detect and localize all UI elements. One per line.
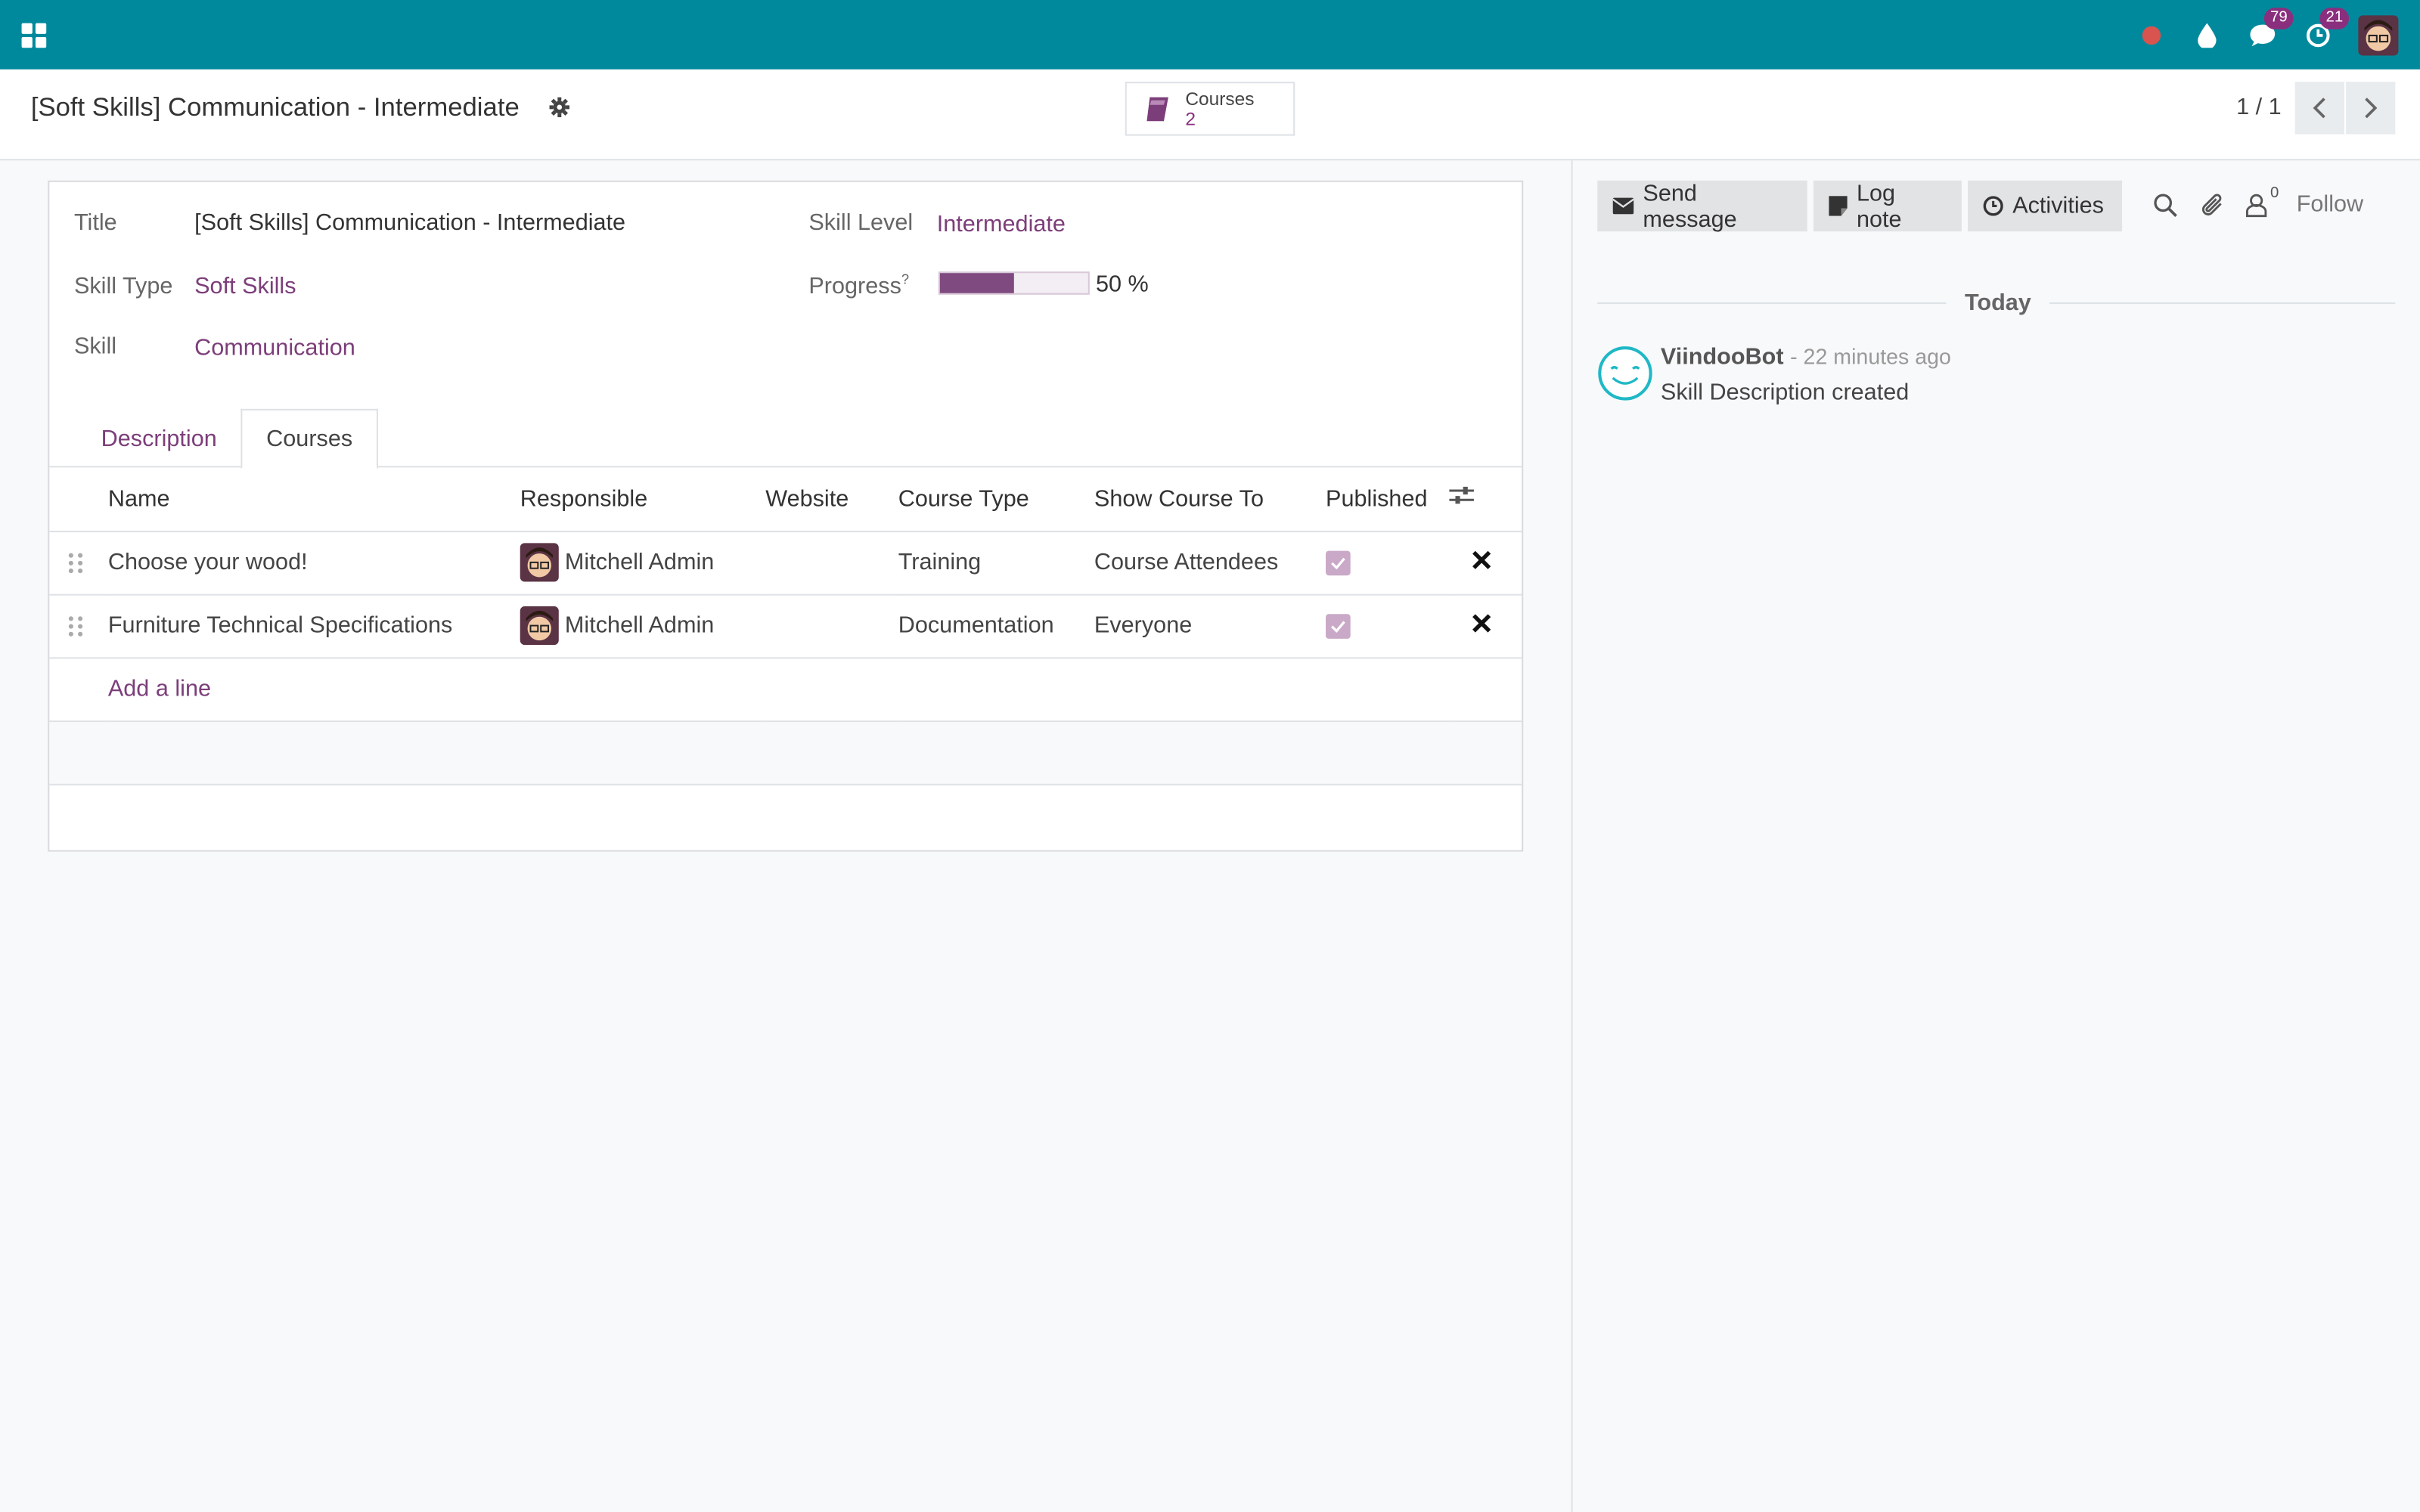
title-label: Title [73, 209, 117, 237]
column-course-type[interactable]: Course Type [898, 467, 1094, 532]
responsible-name: Mitchell Admin [564, 612, 715, 639]
column-website[interactable]: Website [765, 467, 898, 532]
cell-responsible[interactable]: Mitchell Admin [520, 531, 766, 595]
followers-count: 0 [2270, 184, 2279, 203]
send-message-label: Send message [1643, 179, 1737, 233]
optional-columns-icon [1449, 487, 1474, 504]
followers-icon[interactable] [2245, 193, 2267, 218]
progress-value: 50 % [1095, 271, 1149, 298]
skill-label: Skill [73, 333, 117, 360]
notebook-tabs: Description Courses [49, 408, 1522, 469]
skill-level-field[interactable]: Intermediate [937, 212, 1066, 238]
cell-name[interactable]: Choose your wood! [107, 531, 520, 595]
cell-name[interactable]: Furniture Technical Specifications [107, 593, 520, 658]
bot-avatar-icon [1598, 346, 1652, 401]
log-note-label: Log note [1856, 179, 1902, 233]
book-icon [1146, 96, 1168, 122]
cell-show-course-to[interactable]: Everyone [1094, 593, 1326, 658]
message-body: Skill Description created [1660, 380, 1910, 406]
add-line-row: Add a line [49, 657, 1522, 722]
column-handle [49, 467, 108, 532]
add-line-link[interactable]: Add a line [108, 676, 211, 702]
column-settings[interactable] [1449, 467, 1522, 532]
activities-count-badge: 21 [2319, 7, 2350, 29]
courses-smart-button[interactable]: Courses 2 [1125, 82, 1295, 136]
title-field[interactable]: [Soft Skills] Communication - Intermedia… [194, 210, 625, 237]
cell-published[interactable] [1326, 531, 1450, 595]
search-icon[interactable] [2153, 193, 2178, 218]
column-responsible[interactable]: Responsible [520, 467, 766, 532]
table-row[interactable]: Choose your wood! Mitchell Admin Trainin… [49, 531, 1522, 595]
skill-type-label: Skill Type [73, 273, 173, 299]
message-date: - 22 minutes ago [1790, 344, 1951, 369]
cell-published[interactable] [1326, 593, 1450, 658]
drop-icon[interactable] [2192, 20, 2223, 51]
column-show-course-to[interactable]: Show Course To [1094, 467, 1326, 532]
empty-row [49, 720, 1522, 785]
envelope-icon [1612, 197, 1634, 215]
cell-course-type[interactable]: Documentation [898, 593, 1094, 658]
avatar [520, 606, 559, 646]
courses-table: Name Responsible Website Course Type Sho… [49, 467, 1522, 785]
messages-icon[interactable]: 79 [2247, 7, 2294, 51]
progress-label: Progress? [808, 271, 909, 299]
delete-row-icon[interactable] [1472, 614, 1491, 633]
messages-count-badge: 79 [2263, 7, 2294, 29]
cell-course-type[interactable]: Training [898, 531, 1094, 595]
drag-handle-icon[interactable] [68, 615, 83, 637]
activities-button[interactable]: Activities [1968, 180, 2123, 232]
cell-website[interactable] [765, 531, 898, 595]
published-checkbox[interactable] [1326, 550, 1351, 576]
clock-icon [1983, 196, 2003, 216]
drag-handle-icon[interactable] [68, 552, 83, 574]
note-icon [1829, 196, 1848, 216]
skill-level-label: Skill Level [808, 209, 914, 237]
chatter-panel: Send message Log note Activities 0 Follo… [1571, 160, 2420, 1512]
log-note-button[interactable]: Log note [1813, 179, 1962, 233]
top-navbar: 79 21 [0, 0, 2420, 70]
smart-button-label: Courses [1185, 87, 1255, 109]
follow-button[interactable]: Follow [2297, 191, 2363, 218]
smart-button-count: 2 [1185, 107, 1196, 129]
chevron-right-icon [2365, 98, 2378, 119]
chevron-left-icon [2313, 98, 2325, 119]
paperclip-icon[interactable] [2201, 193, 2226, 219]
table-row[interactable]: Furniture Technical Specifications Mitch… [49, 593, 1522, 658]
user-avatar[interactable] [2358, 14, 2399, 55]
responsible-name: Mitchell Admin [564, 549, 715, 576]
pager-counter[interactable]: 1 / 1 [2236, 94, 2282, 120]
table-header-row: Name Responsible Website Course Type Sho… [49, 467, 1522, 532]
progress-help-icon[interactable]: ? [901, 271, 909, 287]
column-published[interactable]: Published [1326, 467, 1450, 532]
published-checkbox[interactable] [1326, 614, 1351, 639]
cell-show-course-to[interactable]: Course Attendees [1094, 531, 1326, 595]
tab-courses[interactable]: Courses [240, 408, 378, 469]
column-name[interactable]: Name [107, 467, 520, 532]
gear-icon[interactable] [549, 97, 570, 118]
cell-delete[interactable] [1449, 593, 1522, 658]
recording-indicator-icon[interactable] [2136, 20, 2167, 51]
message-author-name[interactable]: ViindooBot [1661, 344, 1784, 370]
progress-label-text: Progress [808, 273, 901, 299]
date-separator: Today [1946, 290, 2050, 317]
tab-description[interactable]: Description [76, 409, 242, 468]
activities-clock-icon[interactable]: 21 [2303, 7, 2350, 51]
cell-responsible[interactable]: Mitchell Admin [520, 593, 766, 658]
send-message-button[interactable]: Send message [1597, 179, 1807, 233]
skill-field[interactable]: Communication [194, 335, 355, 361]
cell-website[interactable] [765, 593, 898, 658]
activities-label: Activities [2012, 193, 2104, 219]
message-author: ViindooBot - 22 minutes ago [1661, 344, 1951, 370]
skill-type-field[interactable]: Soft Skills [194, 273, 296, 299]
cell-delete[interactable] [1449, 531, 1522, 595]
progress-bar-fill [939, 273, 1014, 293]
form-sheet: Title [Soft Skills] Communication - Inte… [48, 180, 1524, 852]
page-title: [Soft Skills] Communication - Intermedia… [30, 92, 520, 122]
avatar [520, 543, 559, 582]
pager-next-button[interactable] [2346, 82, 2396, 135]
pager-previous-button[interactable] [2294, 82, 2344, 135]
delete-row-icon[interactable] [1472, 550, 1491, 569]
apps-menu-icon[interactable] [21, 22, 47, 48]
progress-bar [938, 271, 1090, 295]
